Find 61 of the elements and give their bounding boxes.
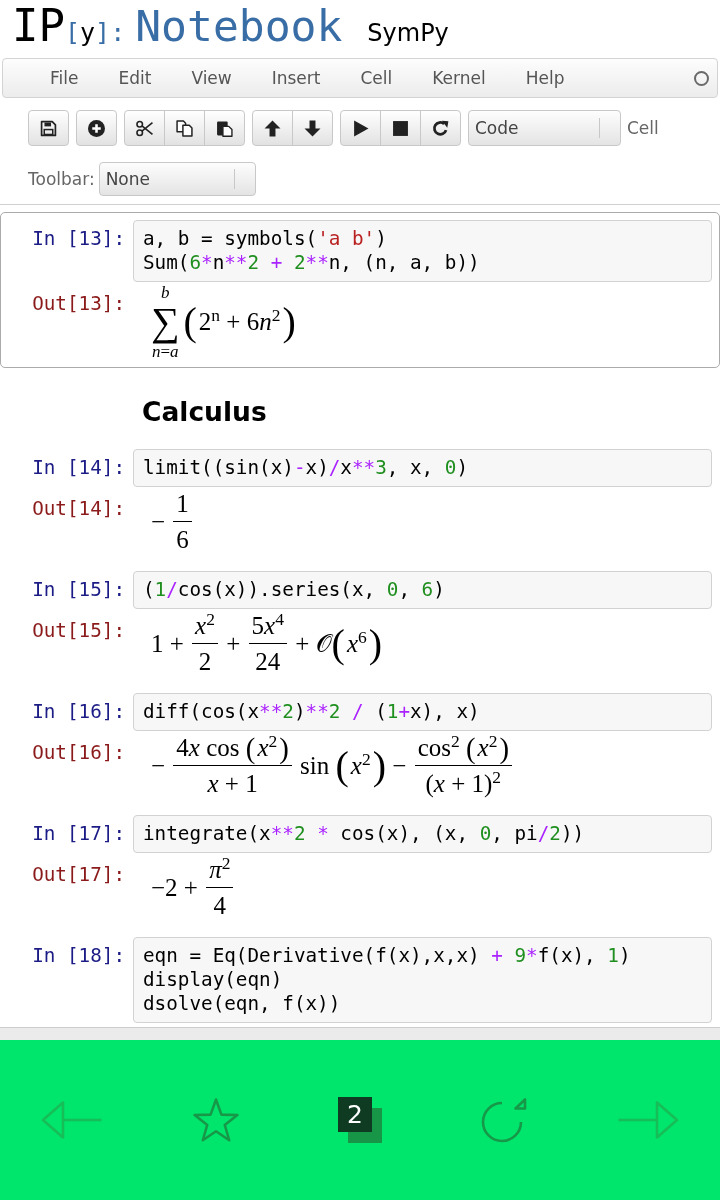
toolbar-select[interactable]: None xyxy=(98,162,256,196)
menu-item[interactable]: Help xyxy=(505,66,585,90)
clipboard-icon xyxy=(216,119,233,137)
input-prompt: In [17]: xyxy=(31,821,126,846)
interrupt-button[interactable] xyxy=(380,110,421,146)
code-input[interactable]: (1/cos(x)).series(x, 0, 6) xyxy=(133,571,712,609)
math-output: − 4x cos (x$^{2}$) x + 1 sin(x$^{2}$)− cos$^{2}$ (x$^{2}$) (x + 1)$^{2}$ xyxy=(141,731,514,799)
math-output: b ∑ n=a (2$^{n}$ + 6n$^{2}$) xyxy=(150,282,296,360)
code-input[interactable]: diff(cos(x**2)**2 / (1+x), x) xyxy=(133,693,712,731)
right-arrow-icon xyxy=(617,1100,679,1140)
code-input[interactable]: a, b = symbols('a b') Sum(6*n**2 + 2**n, (n, a, b)) xyxy=(133,220,712,282)
stop-icon xyxy=(392,119,409,137)
copy-button[interactable] xyxy=(164,110,205,146)
menu-item[interactable]: Insert xyxy=(251,66,341,90)
star-icon xyxy=(193,1098,239,1142)
plus-circle-icon xyxy=(88,119,105,137)
save-button[interactable] xyxy=(28,110,69,146)
input-prompt: In [13]: xyxy=(31,226,126,251)
input-prompt: In [16]: xyxy=(31,699,126,724)
paste-button[interactable] xyxy=(204,110,245,146)
notebook-cell[interactable]: In [18]: eqn = Eq(Derivative(f(x),x,x) + 9*f(x), 1) display(eqn) dsolve(eqn, f(x)) xyxy=(0,929,720,1027)
tabs-button[interactable]: 2 xyxy=(338,1097,382,1143)
code-input[interactable]: integrate(x**2 * cos(x), (x, 0, pi/2)) xyxy=(133,815,712,853)
output-prompt: Out[14]: xyxy=(31,496,126,521)
logo-mark: IP[y]: xyxy=(12,0,126,52)
input-prompt: In [15]: xyxy=(31,577,126,602)
output-prompt: Out[13]: xyxy=(31,291,126,316)
move-down-button[interactable] xyxy=(292,110,333,146)
two-pages-icon xyxy=(176,119,193,137)
notebook-cell[interactable]: In [16]: diff(cos(x**2)**2 / (1+x), x) Out[16]: − 4x cos (x$^{2}$) x + 1 sin(x$^{2}$)− cos$^{2}$ (x$^{2}$) (x + 1)$^{2}$ xyxy=(0,685,720,807)
circular-arrow-icon xyxy=(432,119,449,137)
code-input[interactable]: limit((sin(x)-x)/x**3, x, 0) xyxy=(133,449,712,487)
arrow-up-icon xyxy=(264,119,281,137)
menu-item[interactable]: Cell xyxy=(340,66,413,90)
logo-text: Notebook xyxy=(135,0,343,52)
input-prompt: In [14]: xyxy=(31,455,126,480)
run-button[interactable] xyxy=(340,110,381,146)
input-prompt: In [18]: xyxy=(31,943,126,968)
move-up-button[interactable] xyxy=(252,110,293,146)
menu-item[interactable]: File xyxy=(30,66,99,90)
section-heading: Calculus xyxy=(142,395,268,429)
menu-item[interactable]: Edit xyxy=(98,66,172,90)
play-icon xyxy=(352,119,369,137)
scissors-icon xyxy=(136,119,153,137)
left-arrow-icon xyxy=(41,1100,103,1140)
cell-type-select[interactable]: Code xyxy=(468,110,621,146)
menu-item[interactable]: Kernel xyxy=(412,66,506,90)
code-input[interactable]: eqn = Eq(Derivative(f(x),x,x) + 9*f(x), 1) display(eqn) dsolve(eqn, f(x)) xyxy=(133,937,712,1023)
output-prompt: Out[15]: xyxy=(31,618,126,643)
insert-cell-button[interactable] xyxy=(76,110,117,146)
arrow-down-icon xyxy=(304,119,321,137)
toolbar-label: Toolbar: xyxy=(28,169,95,189)
cell-type-label: Cell xyxy=(627,118,659,138)
notebook-name[interactable]: SymPy xyxy=(367,19,449,47)
circular-arrow-icon xyxy=(481,1097,527,1143)
output-prompt: Out[16]: xyxy=(31,740,126,765)
menu-item[interactable]: View xyxy=(171,66,252,90)
notebook-cell[interactable]: Calculus xyxy=(0,368,720,441)
restart-button[interactable] xyxy=(420,110,461,146)
cut-button[interactable] xyxy=(124,110,165,146)
output-prompt: Out[17]: xyxy=(31,862,126,887)
